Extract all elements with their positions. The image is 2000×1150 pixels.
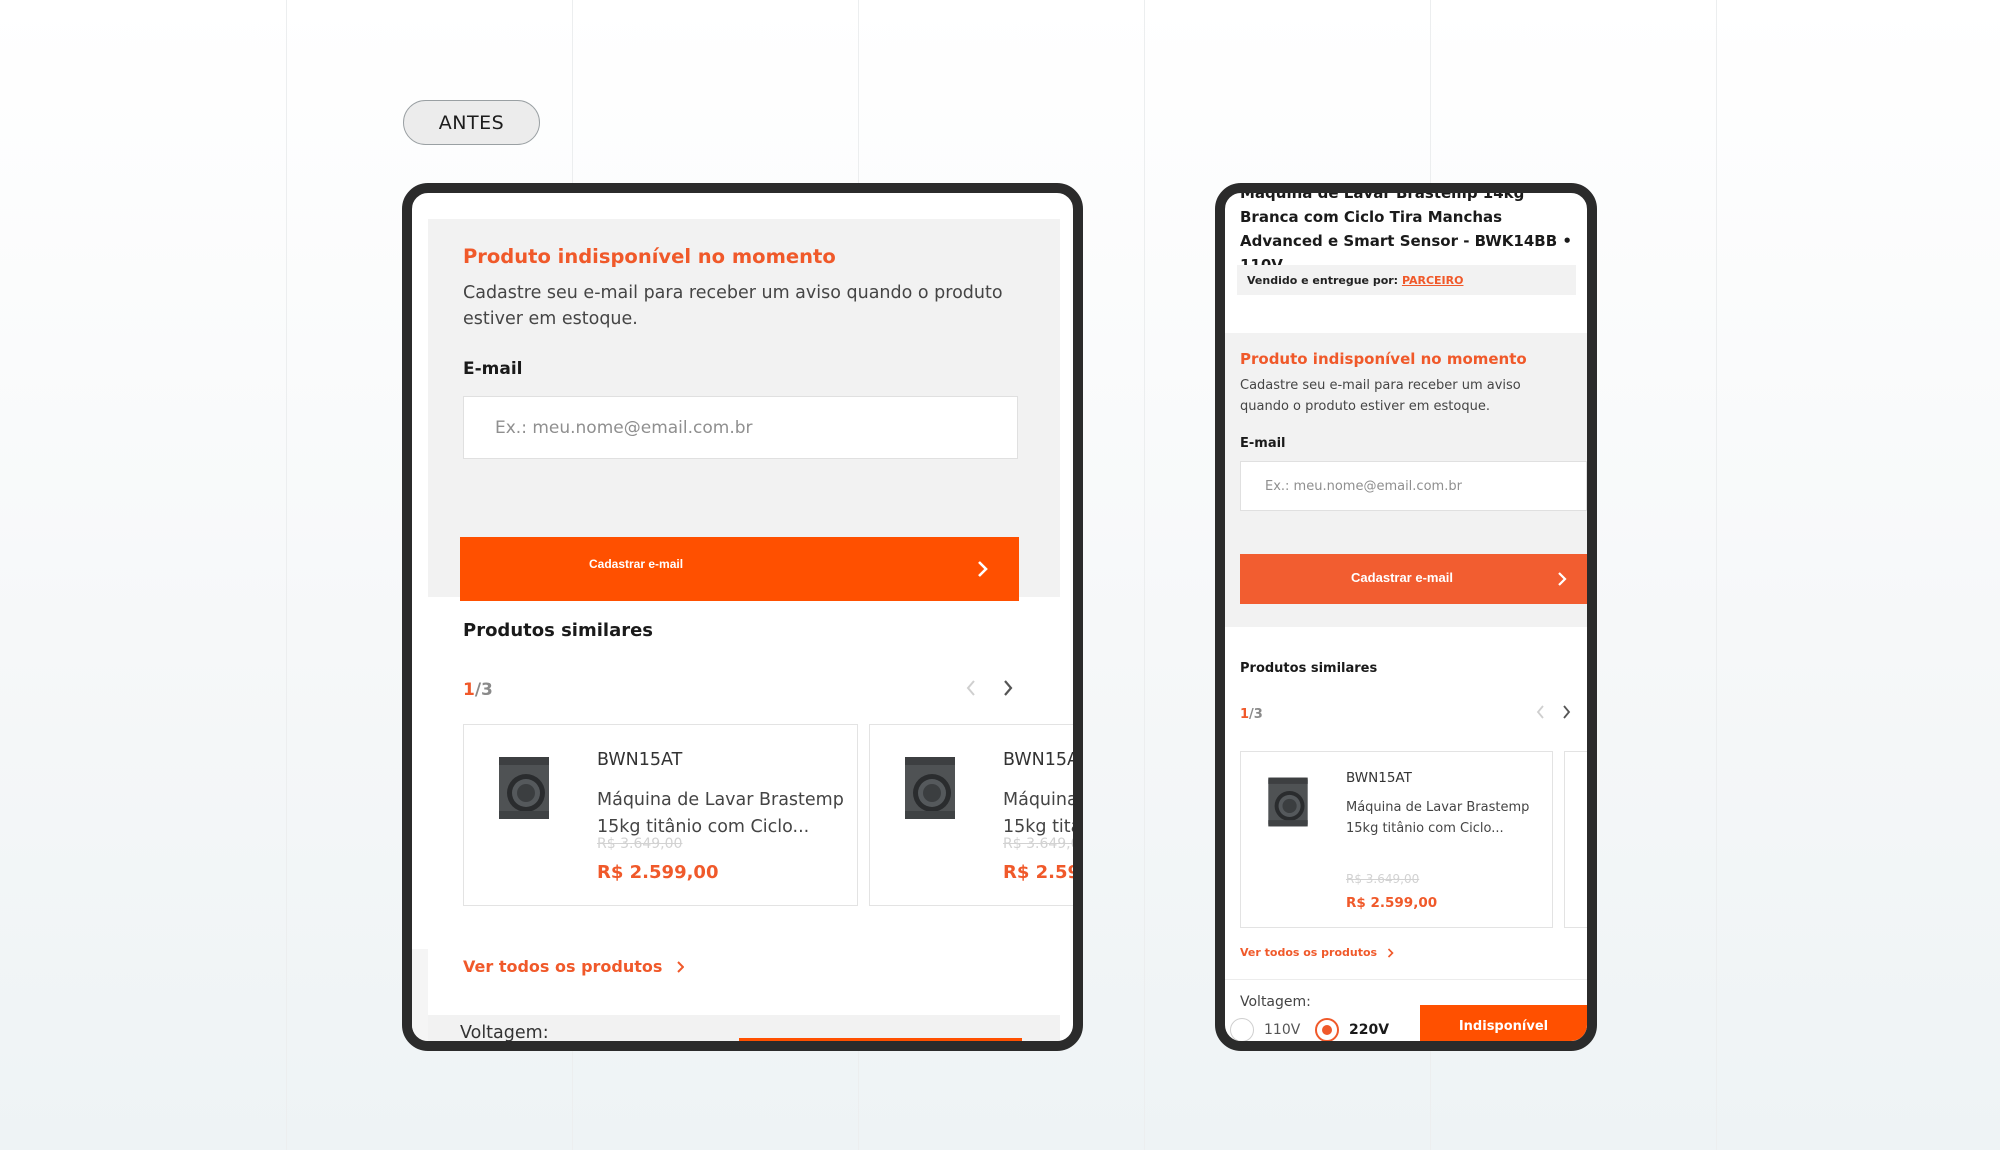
voltage-label: Voltagem: (460, 1023, 549, 1043)
washing-machine-image (905, 757, 955, 819)
carousel-prev-button[interactable] (1532, 703, 1548, 721)
chevron-right-icon (1004, 680, 1013, 696)
chevron-right-icon (1388, 947, 1394, 958)
old-price: R$ 3.649,00 (597, 836, 683, 852)
radio-icon (1230, 1018, 1254, 1041)
partner-link[interactable]: PARCEIRO (1402, 274, 1464, 287)
email-label: E-mail (1240, 436, 1286, 451)
see-all-products-link[interactable]: Ver todos os produtos (1240, 946, 1394, 959)
notify-description: Cadastre seu e-mail para receber um avis… (463, 283, 1003, 329)
chevron-right-icon (1558, 572, 1567, 586)
carousel-prev-button[interactable] (960, 677, 982, 699)
product-card[interactable]: BWN15AT Máquina de Lavar Brastemp 15kg t… (1240, 751, 1553, 928)
product-code: BWN15AT (1003, 750, 1083, 770)
grid-line (1716, 0, 1717, 1150)
product-price: R$ 2.599,00 (1003, 862, 1081, 883)
carousel-arrows (960, 677, 1030, 699)
notify-title: Produto indisponível no momento (463, 245, 836, 268)
voltage-option-110v[interactable]: 110V (1230, 1018, 1301, 1041)
email-label: E-mail (463, 359, 523, 379)
register-email-button[interactable]: Cadastrar e-mail (460, 537, 1019, 601)
product-code: BWN15AT (1346, 770, 1412, 786)
voltage-option-220v[interactable]: 220V (1315, 1018, 1390, 1041)
chevron-right-icon (677, 960, 685, 973)
unavailable-button[interactable]: Indisponível (1420, 1005, 1587, 1041)
carousel-pager: 1/3 (463, 680, 493, 700)
old-price: R$ 3.649,00 (1003, 836, 1083, 852)
product-name-line: Máquina de Lavar Brastemp (597, 790, 844, 810)
see-all-label: Ver todos os produtos (463, 957, 663, 976)
chevron-right-icon (978, 561, 988, 577)
email-input[interactable] (1240, 461, 1587, 511)
see-all-products-link[interactable]: Ver todos os produtos (463, 957, 685, 976)
similar-products-title: Produtos similares (1240, 661, 1378, 676)
before-label-pill: ANTES (403, 100, 540, 145)
carousel-next-button[interactable] (997, 677, 1019, 699)
divider (1225, 979, 1587, 980)
product-code: BWN15AT (597, 750, 683, 770)
side-strip (412, 949, 428, 1041)
phone-frame: Máquina de Lavar Brastemp 14kg Branca co… (1215, 183, 1597, 1051)
pager-total: /3 (474, 680, 493, 700)
sold-by-bar: Vendido e entregue por: PARCEIRO (1237, 265, 1576, 295)
washing-machine-image (1268, 777, 1308, 827)
email-input[interactable] (463, 396, 1018, 459)
old-price: R$ 3.649,00 (1346, 872, 1420, 886)
washing-machine-image (1589, 776, 1597, 828)
grid-line (286, 0, 287, 1150)
voltage-option-label: 220V (1349, 1022, 1390, 1038)
product-name-line: Máquina de Lavar Brastemp (1003, 790, 1078, 810)
carousel-arrows (1532, 703, 1582, 721)
product-price: R$ 2.599,00 (1346, 895, 1438, 911)
notify-title: Produto indisponível no momento (1240, 350, 1527, 368)
register-email-button[interactable]: Cadastrar e-mail (1240, 554, 1587, 604)
tablet-frame: Produto indisponível no momento Cadastre… (402, 183, 1083, 1051)
pager-current: 1 (1240, 707, 1250, 722)
product-price: R$ 2.599,00 (597, 862, 719, 883)
pager-current: 1 (463, 680, 475, 700)
sold-by-label: Vendido e entregue por: (1247, 274, 1399, 287)
stock-notify-panel: Produto indisponível no momento Cadastre… (1225, 333, 1587, 627)
carousel-pager: 1/3 (1240, 707, 1263, 722)
product-title: Máquina de Lavar Brastemp 14kg Branca co… (1240, 184, 1572, 274)
product-card[interactable]: BWN15AT Máquina de Lavar Brastemp 15kg t… (869, 724, 1083, 906)
washing-machine-image (499, 757, 549, 819)
grid-line (1144, 0, 1145, 1150)
chevron-left-icon (966, 680, 975, 696)
buy-button[interactable] (739, 1038, 1022, 1041)
product-card[interactable]: BWN15AT Máquina de Lavar Brastemp 15kg t… (463, 724, 858, 906)
see-all-label: Ver todos os produtos (1240, 946, 1378, 959)
similar-products-title: Produtos similares (463, 620, 654, 641)
product-name: Máquina de Lavar Brastemp 15kg titânio c… (597, 787, 847, 841)
product-card[interactable] (1564, 751, 1597, 928)
chevron-right-icon (1562, 705, 1570, 719)
carousel-next-button[interactable] (1558, 703, 1574, 721)
voltage-option-label: 110V (1264, 1022, 1301, 1038)
radio-selected-icon (1315, 1018, 1339, 1041)
stock-notify-panel: Produto indisponível no momento Cadastre… (428, 219, 1060, 601)
chevron-left-icon (1536, 705, 1544, 719)
product-name: Máquina de Lavar Brastemp 15kg titânio c… (1003, 787, 1078, 841)
product-name: Máquina de Lavar Brastemp 15kg titânio c… (1346, 800, 1530, 836)
register-email-label: Cadastrar e-mail (1351, 570, 1453, 585)
voltage-label: Voltagem: (1240, 994, 1311, 1010)
pager-total: /3 (1249, 707, 1263, 722)
register-email-label: Cadastrar e-mail (589, 557, 684, 571)
notify-description: Cadastre seu e-mail para receber um avis… (1240, 378, 1521, 414)
